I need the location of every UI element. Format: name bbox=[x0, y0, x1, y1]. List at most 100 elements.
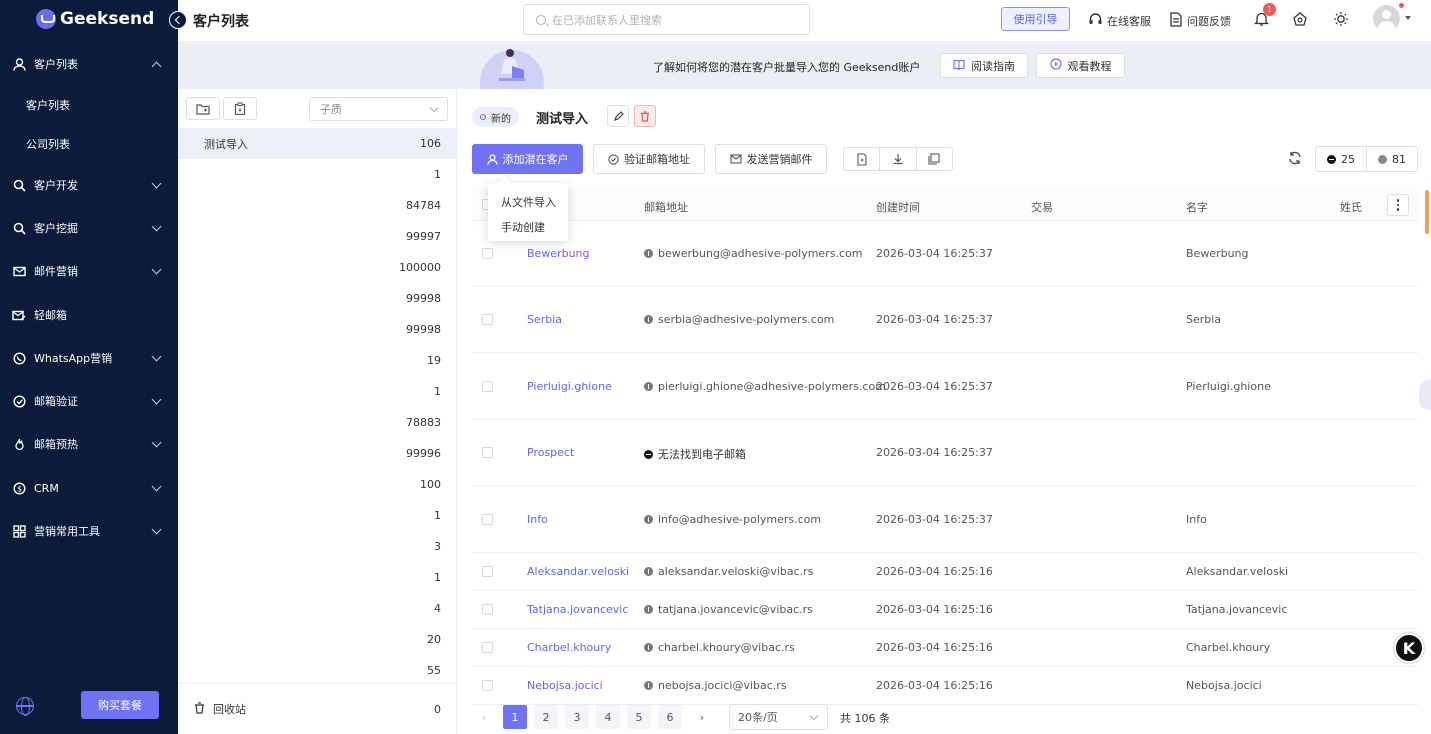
next-page-button[interactable]: › bbox=[690, 705, 714, 729]
col-created[interactable]: 创建时间 bbox=[876, 199, 920, 215]
row-checkbox[interactable] bbox=[482, 314, 493, 325]
send-marketing-button[interactable]: 发送营销邮件 bbox=[715, 144, 827, 174]
row-checkbox[interactable] bbox=[482, 514, 493, 525]
theme-sun-icon[interactable] bbox=[1332, 10, 1350, 28]
table-row[interactable]: Nebojsa.jocici nebojsa.jocici@vibac.rs 202… bbox=[472, 667, 1418, 705]
contact-name-link[interactable]: Serbia bbox=[527, 313, 562, 326]
read-guide-button[interactable]: 阅读指南 bbox=[940, 53, 1028, 78]
table-row[interactable]: Charbel.khoury charbel.khoury@vibac.rs 202… bbox=[472, 629, 1418, 667]
list-item[interactable]: 55 bbox=[178, 655, 457, 686]
avatar[interactable] bbox=[1373, 5, 1400, 32]
contact-name-link[interactable]: Bewerbung bbox=[527, 247, 590, 260]
contact-name-link[interactable]: Aleksandar.veloski bbox=[527, 565, 629, 578]
online-service-link[interactable]: 在线客服 bbox=[1088, 12, 1151, 30]
col-email[interactable]: 邮箱地址 bbox=[644, 199, 688, 215]
sidebar-item-email-marketing[interactable]: 邮件营销 bbox=[0, 251, 178, 291]
delete-list-button[interactable] bbox=[634, 105, 656, 127]
feedback-link[interactable]: 问题反馈 bbox=[1169, 12, 1231, 30]
table-row[interactable]: Bewerbung bewerbung@adhesive-polymers.com… bbox=[472, 221, 1418, 287]
row-checkbox[interactable] bbox=[482, 566, 493, 577]
recycle-bin[interactable]: 回收站 0 bbox=[178, 683, 457, 734]
collapse-sidebar-icon[interactable] bbox=[169, 11, 187, 29]
contact-name-link[interactable]: Tatjana.jovancevic bbox=[527, 603, 628, 616]
sidebar-subitem-company-list[interactable]: 公司列表 bbox=[0, 124, 178, 164]
list-item[interactable]: 100000 bbox=[178, 252, 457, 283]
col-first-name[interactable]: 名字 bbox=[1186, 199, 1208, 215]
contact-name-link[interactable]: Pierluigi.ghione bbox=[527, 380, 612, 393]
refresh-icon[interactable] bbox=[1288, 151, 1304, 167]
list-item[interactable]: 4 bbox=[178, 593, 457, 624]
page-button[interactable]: 5 bbox=[627, 705, 651, 729]
list-item[interactable]: 1 bbox=[178, 562, 457, 593]
table-row[interactable]: Info info@adhesive-polymers.com 2026-03-04… bbox=[472, 486, 1418, 553]
sidebar-subitem-customer-list[interactable]: 客户列表 bbox=[0, 85, 178, 125]
contact-name-link[interactable]: Nebojsa.jocici bbox=[527, 679, 603, 692]
list-item[interactable]: 20 bbox=[178, 624, 457, 655]
contact-name-link[interactable]: Info bbox=[527, 513, 548, 526]
new-folder-button[interactable] bbox=[186, 97, 220, 120]
col-last-name[interactable]: 姓氏 bbox=[1340, 199, 1362, 215]
sidebar-item-marketing-tools[interactable]: 营销常用工具 bbox=[0, 511, 178, 551]
guide-button[interactable]: 使用引导 bbox=[1001, 7, 1070, 31]
list-filter-select[interactable]: 子质 bbox=[309, 97, 448, 121]
copy-button[interactable] bbox=[917, 148, 952, 170]
row-checkbox[interactable] bbox=[482, 642, 493, 653]
globe-icon[interactable] bbox=[16, 697, 34, 716]
row-checkbox[interactable] bbox=[482, 248, 493, 259]
table-row[interactable]: Serbia serbia@adhesive-polymers.com 2026-0… bbox=[472, 287, 1418, 353]
list-item[interactable]: 99998 bbox=[178, 283, 457, 314]
list-item[interactable]: 99997 bbox=[178, 221, 457, 252]
search-input[interactable]: 在已添加联系人里搜索 bbox=[523, 4, 810, 35]
add-prospect-button[interactable]: 添加潜在客户 bbox=[472, 144, 583, 174]
side-float-tab[interactable] bbox=[1419, 380, 1431, 410]
table-row[interactable]: Prospect 无法找到电子邮箱 2026-03-04 16:25:37 bbox=[472, 420, 1418, 486]
col-deal[interactable]: 交易 bbox=[1031, 199, 1053, 215]
download-button[interactable] bbox=[880, 148, 917, 170]
page-button[interactable]: 3 bbox=[565, 705, 589, 729]
page-button[interactable]: 2 bbox=[534, 705, 558, 729]
scrollbar-thumb[interactable] bbox=[1425, 190, 1429, 234]
watch-tutorial-button[interactable]: 观看教程 bbox=[1036, 53, 1125, 78]
verify-email-button[interactable]: 验证邮箱地址 bbox=[593, 144, 705, 174]
list-item[interactable]: 78883 bbox=[178, 407, 457, 438]
sidebar-item-customer-list[interactable]: 客户列表 bbox=[0, 44, 178, 84]
contact-name-link[interactable]: Charbel.khoury bbox=[527, 641, 611, 654]
list-item[interactable]: 1 bbox=[178, 500, 457, 531]
stat-invalid[interactable]: 25 bbox=[1316, 147, 1367, 171]
caret-down-icon[interactable] bbox=[1405, 16, 1411, 20]
list-item[interactable]: 1 bbox=[178, 376, 457, 407]
list-item[interactable]: 99996 bbox=[178, 438, 457, 469]
sidebar-item-light-mailbox[interactable]: 轻邮箱 bbox=[0, 295, 178, 335]
contact-name-link[interactable]: Prospect bbox=[527, 446, 574, 459]
table-row[interactable]: Aleksandar.veloski aleksandar.veloski@vib… bbox=[472, 553, 1418, 591]
list-item[interactable]: 3 bbox=[178, 531, 457, 562]
list-item[interactable]: 100 bbox=[178, 469, 457, 500]
table-row[interactable]: Tatjana.jovancevic tatjana.jovancevic@vib… bbox=[472, 591, 1418, 629]
sidebar-item-whatsapp[interactable]: WhatsApp营销 bbox=[0, 338, 178, 378]
export-file-button[interactable] bbox=[844, 148, 881, 170]
import-from-file-item[interactable]: 从文件导入 bbox=[501, 194, 556, 210]
stat-unknown[interactable]: 81 bbox=[1367, 147, 1417, 171]
row-checkbox[interactable] bbox=[482, 604, 493, 615]
table-row[interactable]: Pierluigi.ghione pierluigi.ghione@adhesiv… bbox=[472, 353, 1418, 420]
buy-plan-button[interactable]: 购买套餐 bbox=[81, 691, 159, 719]
list-item[interactable]: 测试导入 106 bbox=[178, 128, 457, 159]
column-settings-button[interactable] bbox=[1387, 194, 1409, 216]
gem-icon[interactable] bbox=[1291, 10, 1309, 28]
new-list-button[interactable] bbox=[223, 97, 257, 120]
list-item[interactable]: 1 bbox=[178, 159, 457, 190]
list-item[interactable]: 19 bbox=[178, 345, 457, 376]
list-item[interactable]: 84784 bbox=[178, 190, 457, 221]
brand-logo[interactable]: Geeksend bbox=[36, 8, 154, 30]
k-float-icon[interactable]: K bbox=[1394, 633, 1424, 663]
manual-create-item[interactable]: 手动创建 bbox=[501, 219, 545, 235]
list-item[interactable]: 99998 bbox=[178, 314, 457, 345]
edit-title-button[interactable] bbox=[607, 105, 629, 127]
sidebar-item-crm[interactable]: $ CRM bbox=[0, 468, 178, 508]
row-checkbox[interactable] bbox=[482, 447, 493, 458]
row-checkbox[interactable] bbox=[482, 381, 493, 392]
page-button[interactable]: 6 bbox=[658, 705, 682, 729]
sidebar-item-customer-dev[interactable]: 客户开发 bbox=[0, 165, 178, 205]
page-button[interactable]: 1 bbox=[503, 705, 527, 729]
page-size-select[interactable]: 20条/页 bbox=[729, 704, 828, 730]
